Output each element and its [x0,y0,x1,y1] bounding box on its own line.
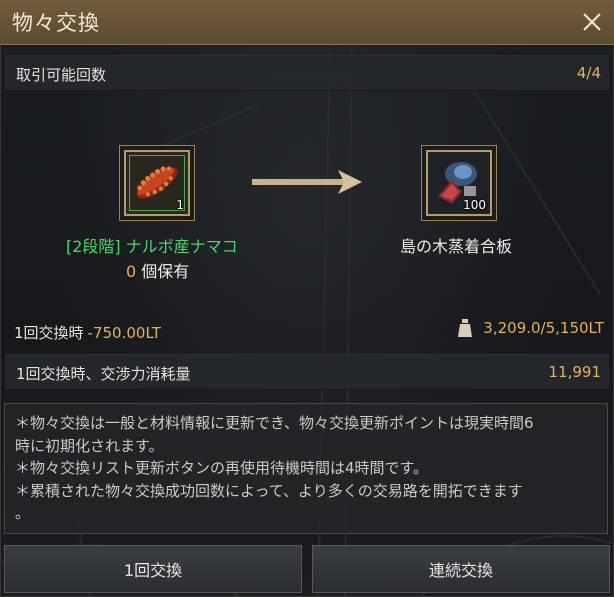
description-line: 時に初期化されます。 [15,436,164,455]
trade-count-row: 取引可能回数 4/4 [5,55,609,91]
description-line: ＊累積された物々交換成功回数によって、より多くの交易路を開拓できます [15,481,523,500]
target-item-slot[interactable]: 100 [421,145,497,221]
owned-count: 0 [126,262,137,281]
weight-capacity-value: 3,209.0/5,150LT [483,319,604,337]
target-item-quantity: 100 [463,198,486,212]
single-exchange-button[interactable]: 1回交換 [4,545,302,593]
energy-cost-row: 1回交換時、交渉力消耗量 11,991 [5,354,609,390]
weight-capacity: 3,209.0/5,150LT [457,318,604,338]
per-trade-weight: 1回交換時 -750.00LT [14,322,161,343]
source-item-quantity: 1 [176,198,184,212]
per-trade-weight-value: -750.00LT [87,324,161,342]
target-item-frame: 100 [426,150,492,216]
description-line: 。 [15,504,31,522]
right-arrow-icon [252,170,362,194]
trade-count-value: 4/4 [576,64,601,82]
description-line: ＊物々交換リスト更新ボタンの再使用待機時間は4時間です。 [15,459,429,477]
description-line: ＊物々交換は一般と材料情報に更新でき、物々交換更新ポイントは現実時間6 [15,414,534,432]
source-item-frame: 1 [124,150,190,216]
energy-cost-label: 1回交換時、交渉力消耗量 [16,365,191,383]
close-icon [583,13,601,31]
trade-count-label: 取引可能回数 [16,66,107,84]
barter-window: 物々交換 取引可能回数 4/4 1 100 [2段階] ナルボ産ナマコ 島の木蒸… [0,0,614,597]
description-box: ＊物々交換は一般と材料情報に更新でき、物々交換更新ポイントは現実時間6 時に初期… [4,403,608,534]
title-bar[interactable]: 物々交換 [0,0,614,45]
target-item-name[interactable]: 島の木蒸着合板 [400,233,512,257]
energy-cost-value: 11,991 [548,363,602,381]
continuous-exchange-button[interactable]: 連続交換 [312,545,610,593]
per-trade-weight-label: 1回交換時 [14,324,84,342]
source-item-slot[interactable]: 1 [119,145,195,221]
weight-bag-icon [458,319,473,337]
window-title: 物々交換 [12,11,100,35]
source-item-name[interactable]: [2段階] ナルボ産ナマコ [66,233,238,257]
close-button[interactable] [576,6,608,38]
owned-count-line: 0 個保有 [126,258,189,282]
owned-suffix: 個保有 [136,262,190,281]
